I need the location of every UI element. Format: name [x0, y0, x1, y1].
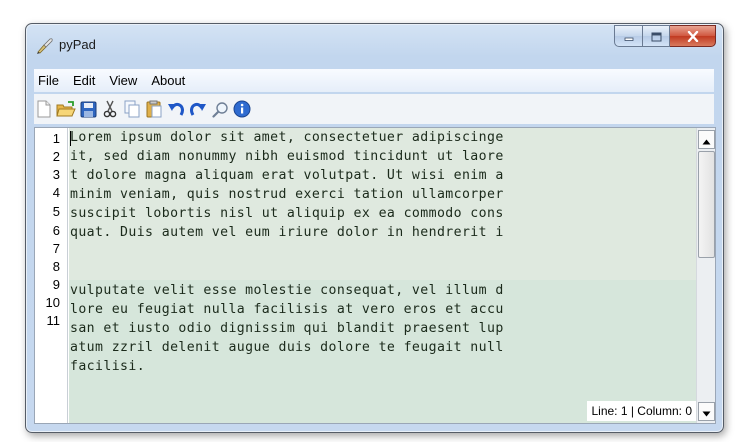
- paste-icon[interactable]: [144, 98, 164, 120]
- maximize-button[interactable]: [643, 25, 670, 47]
- text-line: lore eu feugiat nulla facilisis at vero …: [70, 302, 504, 317]
- line-number: 8: [52, 259, 60, 274]
- text-line: it, sed diam nonummy nibh euismod tincid…: [70, 149, 504, 164]
- text-line: atum zzril delenit augue duis dolore te …: [70, 340, 504, 355]
- window-title: pyPad: [59, 37, 96, 52]
- cursor-position: Line: 1 | Column: 0: [591, 404, 692, 418]
- scroll-down-button[interactable]: [698, 402, 715, 421]
- close-icon: [687, 27, 699, 46]
- line-number: 6: [52, 223, 60, 238]
- line-number: 11: [46, 313, 61, 328]
- text-line: quat. Duis autem vel eum iriure dolor in…: [70, 225, 504, 240]
- arrow-up-icon: [702, 130, 711, 149]
- line-number: 5: [52, 204, 60, 219]
- cut-icon[interactable]: [100, 98, 120, 120]
- text-line: t dolore magna aliquam erat volutpat. Ut…: [70, 168, 504, 183]
- editor[interactable]: 1 2 3 4 5 6 7 8 9 10 11 Lorem ipsum dolo…: [34, 127, 716, 424]
- vertical-scrollbar[interactable]: [696, 128, 715, 423]
- text-line: vulputate velit esse molestie consequat,…: [70, 283, 504, 298]
- menu-about[interactable]: About: [144, 69, 192, 92]
- paint-brush-icon: [35, 36, 55, 56]
- info-icon[interactable]: [232, 98, 252, 120]
- title-bar[interactable]: pyPad: [26, 24, 723, 60]
- arrow-down-icon: [702, 402, 711, 421]
- text-line: Lorem ipsum dolor sit amet, consectetuer…: [70, 130, 504, 145]
- text-line: minim veniam, quis nostrud exerci tation…: [70, 187, 504, 202]
- line-number: 3: [52, 167, 60, 182]
- undo-icon[interactable]: [166, 98, 186, 120]
- menu-edit[interactable]: Edit: [66, 69, 102, 92]
- text-line: facilisi.: [70, 359, 146, 374]
- caption-buttons: [614, 25, 716, 47]
- minimize-button[interactable]: [614, 25, 643, 47]
- toolbar: [34, 94, 714, 124]
- line-number: 9: [52, 277, 60, 292]
- close-button[interactable]: [670, 25, 716, 47]
- find-icon[interactable]: [210, 98, 230, 120]
- line-number: 10: [45, 295, 60, 310]
- line-number: 2: [52, 149, 60, 164]
- menu-bar: File Edit View About: [34, 69, 714, 92]
- copy-icon[interactable]: [122, 98, 142, 120]
- redo-icon[interactable]: [188, 98, 208, 120]
- minimize-icon: [624, 27, 634, 46]
- line-number-gutter: 1 2 3 4 5 6 7 8 9 10 11: [35, 128, 68, 423]
- save-icon[interactable]: [78, 98, 98, 120]
- text-area[interactable]: Lorem ipsum dolor sit amet, consectetuer…: [69, 128, 697, 423]
- text-line: san et iusto odio dignissim qui blandit …: [70, 321, 504, 336]
- text-line: suscipit lobortis nisl ut aliquip ex ea …: [70, 206, 504, 221]
- line-number: 1: [52, 131, 60, 146]
- scroll-up-button[interactable]: [698, 130, 715, 149]
- open-folder-icon[interactable]: [56, 98, 76, 120]
- menu-view[interactable]: View: [102, 69, 144, 92]
- app-window: pyPad File Edit View About 1 2 3 4 5 6 7…: [25, 23, 724, 433]
- maximize-icon: [651, 27, 662, 46]
- scrollbar-thumb[interactable]: [698, 151, 715, 258]
- status-indicator: Line: 1 | Column: 0: [587, 401, 696, 421]
- line-number: 7: [52, 241, 60, 256]
- line-number: 4: [52, 185, 60, 200]
- new-file-icon[interactable]: [34, 98, 54, 120]
- menu-file[interactable]: File: [34, 69, 66, 92]
